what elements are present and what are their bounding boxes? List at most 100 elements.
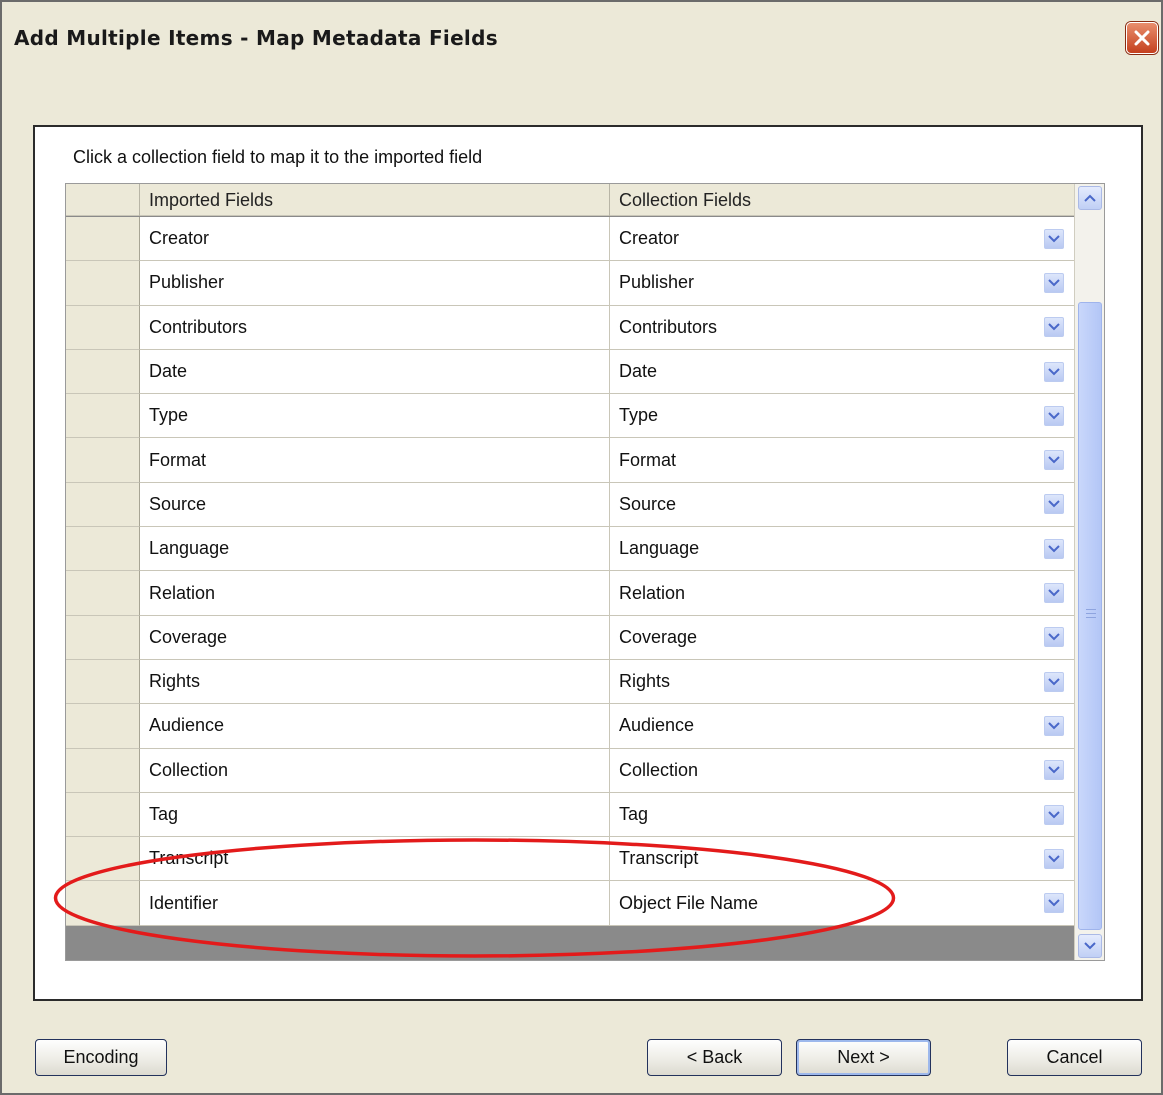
close-button[interactable] [1126, 22, 1158, 54]
table-row: Creator Creator [66, 217, 1074, 262]
collection-field-select[interactable]: Contributors [610, 305, 1074, 350]
dropdown-button[interactable] [1044, 228, 1064, 249]
dropdown-button[interactable] [1044, 494, 1064, 515]
collection-field-select[interactable]: Language [610, 527, 1074, 572]
chevron-down-icon [1048, 279, 1060, 287]
dropdown-button[interactable] [1044, 583, 1064, 604]
table-row: Format Format [66, 438, 1074, 483]
dropdown-button[interactable] [1044, 671, 1064, 692]
imported-field-cell: Tag [140, 792, 610, 838]
dropdown-button[interactable] [1044, 627, 1064, 648]
table-row: Language Language [66, 527, 1074, 572]
row-header[interactable] [66, 748, 140, 793]
dropdown-button[interactable] [1044, 538, 1064, 559]
dropdown-button[interactable] [1044, 405, 1064, 426]
chevron-down-icon [1048, 899, 1060, 907]
row-header[interactable] [66, 659, 140, 705]
collection-field-select[interactable]: Creator [610, 217, 1074, 262]
chevron-down-icon [1048, 500, 1060, 508]
dropdown-button[interactable] [1044, 361, 1064, 382]
dropdown-button[interactable] [1044, 893, 1064, 914]
vertical-scrollbar[interactable] [1074, 184, 1104, 960]
row-header[interactable] [66, 438, 140, 483]
dropdown-button[interactable] [1044, 804, 1064, 825]
collection-field-select[interactable]: Tag [610, 792, 1074, 838]
collection-field-select[interactable]: Type [610, 394, 1074, 439]
title-bar: Add Multiple Items - Map Metadata Fields [2, 2, 1161, 62]
dropdown-button[interactable] [1044, 760, 1064, 781]
imported-field-cell: Date [140, 349, 610, 395]
collection-field-select[interactable]: Publisher [610, 261, 1074, 306]
collection-field-select[interactable]: Collection [610, 748, 1074, 793]
collection-field-select[interactable]: Audience [610, 704, 1074, 749]
row-header[interactable] [66, 261, 140, 306]
imported-field-cell: Identifier [140, 881, 610, 926]
chevron-down-icon [1048, 234, 1060, 243]
row-header[interactable] [66, 881, 140, 926]
row-header[interactable] [66, 615, 140, 660]
collection-field-value: Format [619, 449, 677, 470]
chevron-down-icon [1048, 810, 1060, 818]
imported-fields-header[interactable]: Imported Fields [140, 184, 610, 216]
back-button[interactable]: < Back [647, 1039, 782, 1076]
table-row: Tag Tag [66, 792, 1074, 838]
collection-field-select[interactable]: Format [610, 438, 1074, 483]
grid-rows: Creator Creator Publisher Publisher Contribu… [66, 217, 1074, 926]
row-header[interactable] [66, 394, 140, 439]
collection-field-select[interactable]: Rights [610, 659, 1074, 705]
collection-field-value: Contributors [619, 316, 718, 337]
table-row: Rights Rights [66, 659, 1074, 705]
imported-field-cell: Transcript [140, 837, 610, 882]
encoding-button[interactable]: Encoding [35, 1039, 167, 1076]
row-header[interactable] [66, 571, 140, 616]
collection-field-value: Coverage [619, 626, 698, 647]
imported-field-cell: Type [140, 394, 610, 439]
chevron-down-icon [1048, 677, 1060, 686]
row-header[interactable] [66, 527, 140, 572]
collection-field-select[interactable]: Transcript [610, 837, 1074, 882]
chevron-down-icon [1048, 412, 1060, 420]
scroll-thumb[interactable] [1078, 302, 1102, 930]
row-header[interactable] [66, 792, 140, 838]
table-row: Relation Relation [66, 571, 1074, 616]
scroll-up-button[interactable] [1078, 186, 1102, 210]
table-row: Publisher Publisher [66, 261, 1074, 306]
dropdown-button[interactable] [1044, 450, 1064, 471]
collection-field-value: Creator [619, 228, 680, 249]
table-row: Audience Audience [66, 704, 1074, 749]
collection-field-value: Relation [619, 582, 686, 603]
collection-field-select[interactable]: Date [610, 349, 1074, 395]
collection-field-value: Tag [619, 804, 649, 824]
chevron-down-icon [1048, 722, 1060, 730]
cancel-button[interactable]: Cancel [1007, 1039, 1142, 1076]
dropdown-button[interactable] [1044, 272, 1064, 293]
table-row: Collection Collection [66, 748, 1074, 793]
imported-field-cell: Rights [140, 659, 610, 705]
dropdown-button[interactable] [1044, 715, 1064, 736]
chevron-down-icon [1048, 855, 1060, 863]
dropdown-button[interactable] [1044, 848, 1064, 869]
next-button[interactable]: Next > [796, 1039, 931, 1076]
row-header[interactable] [66, 482, 140, 528]
row-header[interactable] [66, 837, 140, 882]
collection-fields-header[interactable]: Collection Fields [610, 184, 1074, 216]
table-row: Date Date [66, 349, 1074, 395]
row-header[interactable] [66, 349, 140, 395]
scroll-down-button[interactable] [1078, 934, 1102, 958]
collection-field-select[interactable]: Source [610, 482, 1074, 528]
imported-field-cell: Coverage [140, 615, 610, 660]
chevron-down-icon [1048, 456, 1060, 464]
collection-field-value: Date [619, 361, 658, 382]
table-row: Identifier Object File Name [66, 881, 1074, 926]
collection-field-value: Collection [619, 759, 699, 780]
mapping-panel: Click a collection field to map it to th… [33, 125, 1143, 1001]
imported-field-cell: Audience [140, 704, 610, 749]
collection-field-select[interactable]: Relation [610, 571, 1074, 616]
imported-field-cell: Format [140, 438, 610, 483]
collection-field-select[interactable]: Coverage [610, 615, 1074, 660]
row-header[interactable] [66, 704, 140, 749]
row-header[interactable] [66, 305, 140, 350]
dropdown-button[interactable] [1044, 317, 1064, 338]
row-header[interactable] [66, 217, 140, 262]
collection-field-select[interactable]: Object File Name [610, 881, 1074, 926]
